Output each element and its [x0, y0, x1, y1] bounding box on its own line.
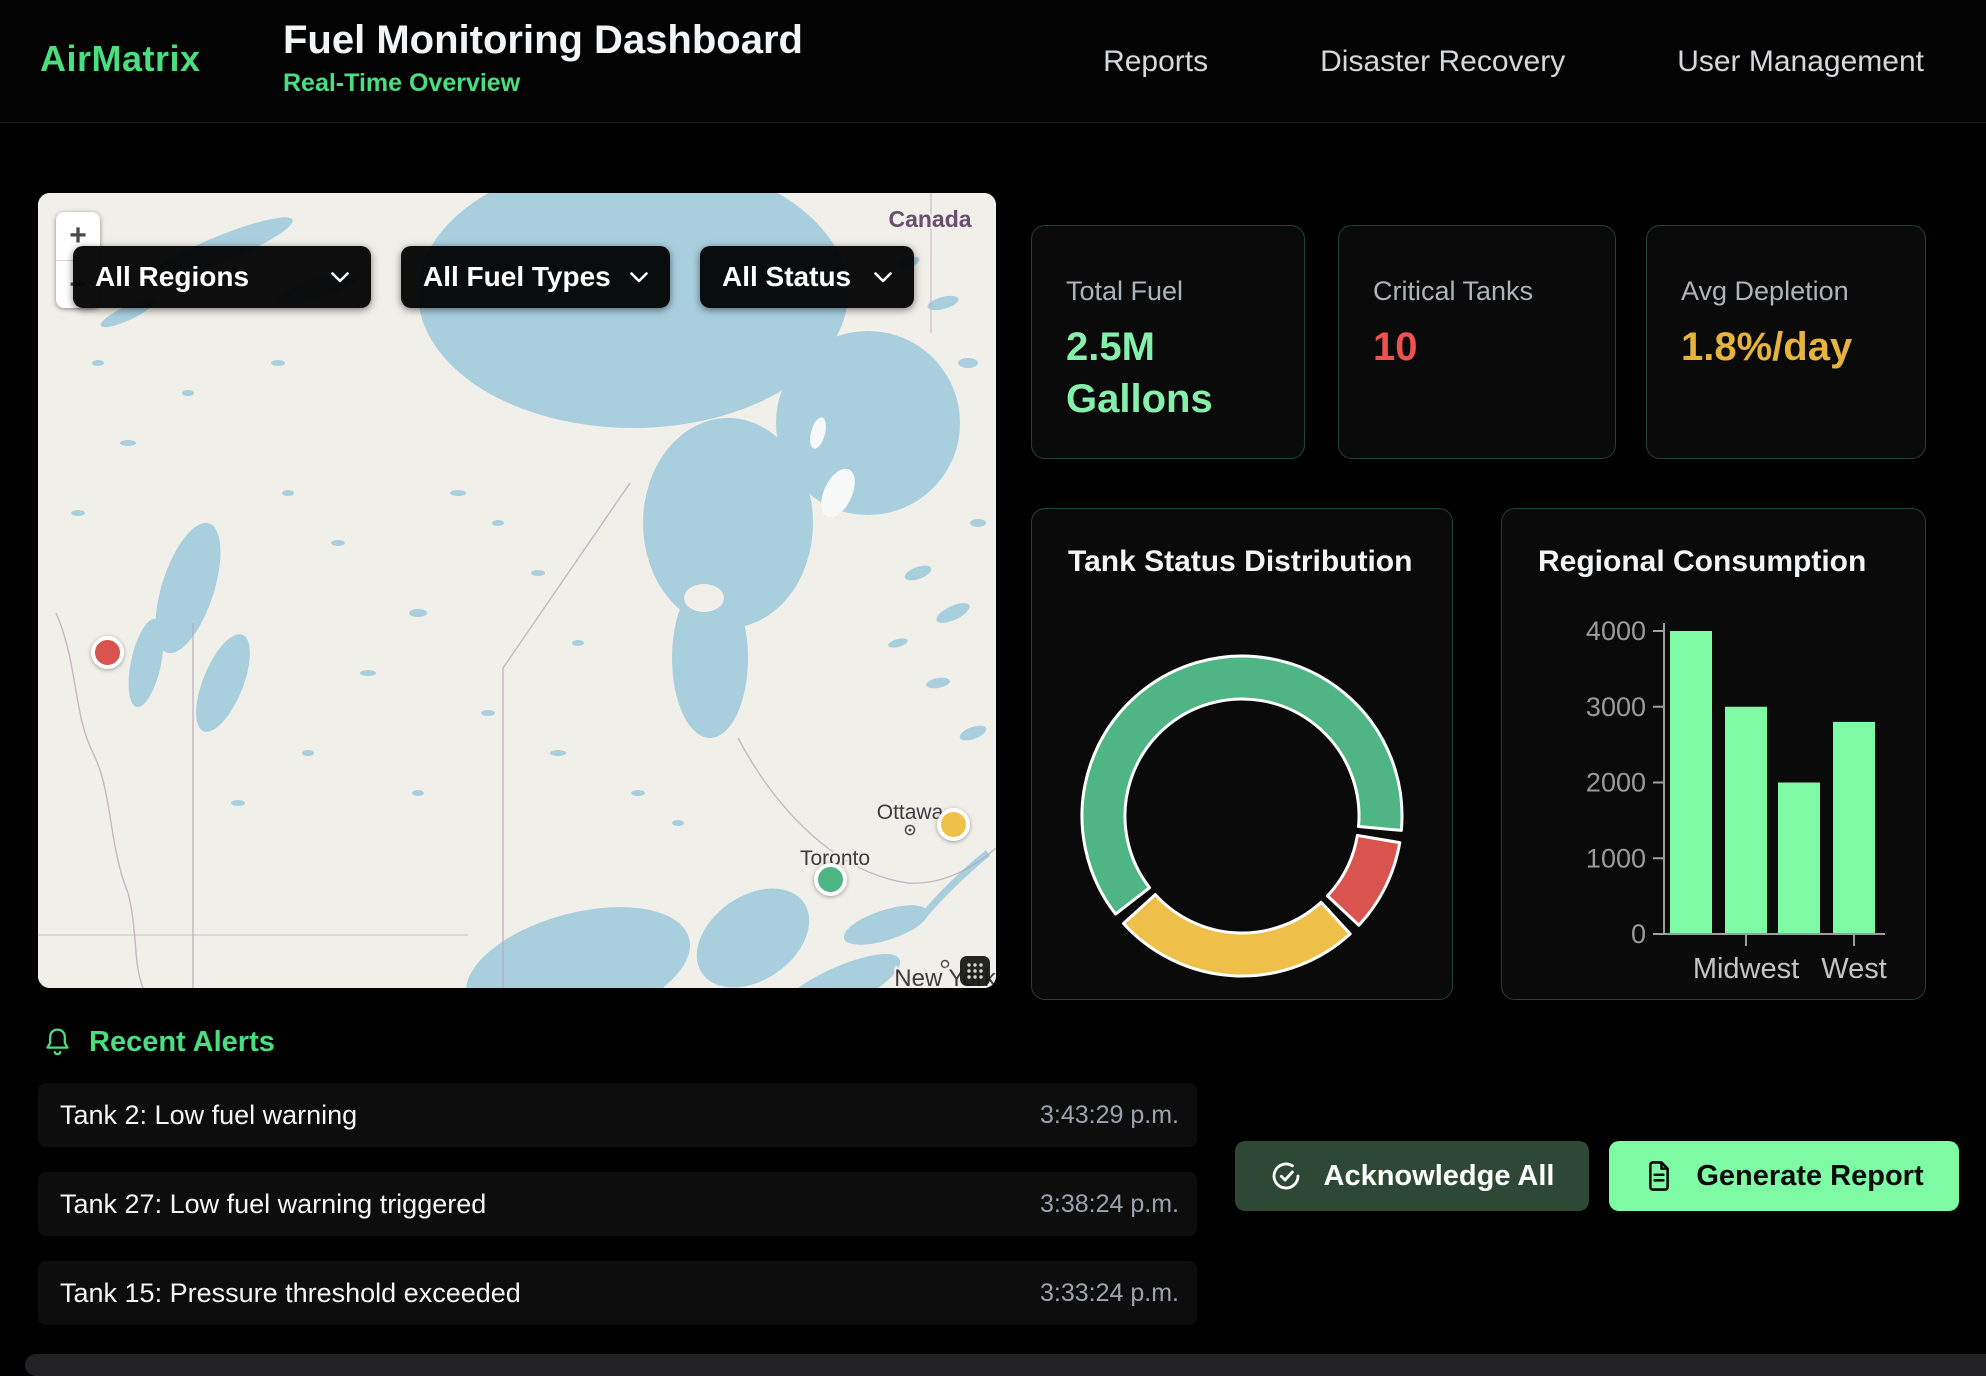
map-filter-row: All Regions All Fuel Types All Status: [73, 246, 914, 308]
map-canvas: Canada Ottawa Toronto New York: [38, 193, 996, 988]
alert-text: Tank 27: Low fuel warning triggered: [60, 1189, 486, 1220]
region-filter-value: All Regions: [95, 261, 249, 293]
city-label-ottawa: Ottawa: [877, 801, 944, 824]
recent-alerts-title: Recent Alerts: [89, 1026, 275, 1059]
stat-card-critical-tanks: Critical Tanks 10: [1338, 225, 1616, 459]
generate-report-button[interactable]: Generate Report: [1609, 1141, 1959, 1211]
tank-status-distribution-card: Tank Status Distribution: [1031, 508, 1453, 1000]
nav-item-disaster-recovery[interactable]: Disaster Recovery: [1320, 45, 1565, 79]
bar-region-3[interactable]: [1833, 722, 1875, 934]
donut-chart-title: Tank Status Distribution: [1068, 545, 1412, 579]
recent-alerts-heading: Recent Alerts: [44, 1026, 275, 1059]
bell-icon: [44, 1027, 71, 1058]
alert-timestamp: 3:43:29 p.m.: [1040, 1101, 1179, 1130]
region-filter-dropdown[interactable]: All Regions: [73, 246, 371, 308]
grip-dots-icon: [966, 962, 984, 980]
dashboard-root: AirMatrix Fuel Monitoring Dashboard Real…: [0, 0, 1986, 1376]
generate-report-label: Generate Report: [1696, 1160, 1923, 1193]
x-tick-label: West: [1821, 953, 1887, 985]
map-marker-warning[interactable]: [937, 808, 970, 841]
map-drag-handle[interactable]: [960, 956, 990, 986]
donut-segment-critical[interactable]: [1327, 835, 1399, 925]
stat-value: 2.5M Gallons: [1066, 321, 1241, 425]
acknowledge-all-label: Acknowledge All: [1324, 1160, 1555, 1193]
y-tick-label: 4000: [1586, 616, 1646, 646]
nav-item-reports[interactable]: Reports: [1103, 45, 1208, 79]
alert-text: Tank 15: Pressure threshold exceeded: [60, 1278, 521, 1309]
y-tick-label: 3000: [1586, 692, 1646, 722]
stat-label: Critical Tanks: [1373, 276, 1581, 307]
regional-consumption-bar-chart: 0 1000 2000 3000 4000 Midwest West: [1502, 509, 1927, 1001]
y-tick-label: 2000: [1586, 768, 1646, 798]
page-subtitle: Real-Time Overview: [283, 69, 803, 98]
stat-card-total-fuel: Total Fuel 2.5M Gallons: [1031, 225, 1305, 459]
chevron-down-icon: [630, 272, 648, 283]
fuel-type-filter-value: All Fuel Types: [423, 261, 611, 293]
map-panel[interactable]: Canada Ottawa Toronto New York + − All R…: [38, 193, 996, 988]
y-tick-label: 0: [1631, 919, 1646, 949]
title-block: Fuel Monitoring Dashboard Real-Time Over…: [283, 17, 803, 98]
main-nav: Reports Disaster Recovery User Managemen…: [1103, 0, 1924, 123]
country-label: Canada: [888, 206, 971, 232]
stat-value: 10: [1373, 321, 1548, 373]
map-marker-critical[interactable]: [91, 636, 124, 669]
chevron-down-icon: [331, 272, 349, 283]
app-logo: AirMatrix: [40, 38, 201, 80]
fuel-type-filter-dropdown[interactable]: All Fuel Types: [401, 246, 670, 308]
header-bar: AirMatrix Fuel Monitoring Dashboard Real…: [0, 0, 1986, 123]
tank-status-donut-chart: [1062, 636, 1422, 996]
alert-timestamp: 3:38:24 p.m.: [1040, 1190, 1179, 1219]
stat-card-avg-depletion: Avg Depletion 1.8%/​day: [1646, 225, 1926, 459]
regional-consumption-card: Regional Consumption 01000200030004000Mi…: [1501, 508, 1926, 1000]
alert-row-3[interactable]: Tank 15: Pressure threshold exceeded 3:3…: [38, 1261, 1197, 1325]
alert-timestamp: 3:33:24 p.m.: [1040, 1279, 1179, 1308]
alert-row-1[interactable]: Tank 2: Low fuel warning 3:43:29 p.m.: [38, 1083, 1197, 1147]
y-tick-label: 1000: [1586, 843, 1646, 873]
x-tick-label: Midwest: [1693, 953, 1799, 985]
status-filter-value: All Status: [722, 261, 851, 293]
alert-row-2[interactable]: Tank 27: Low fuel warning triggered 3:38…: [38, 1172, 1197, 1236]
page-title: Fuel Monitoring Dashboard: [283, 17, 803, 63]
nav-item-user-management[interactable]: User Management: [1677, 45, 1924, 79]
check-circle-icon: [1270, 1160, 1302, 1192]
map-marker-normal[interactable]: [814, 863, 847, 896]
stat-label: Total Fuel: [1066, 276, 1270, 307]
status-filter-dropdown[interactable]: All Status: [700, 246, 914, 308]
donut-segment-warning[interactable]: [1123, 895, 1350, 976]
horizontal-scrollbar[interactable]: [25, 1354, 1986, 1376]
bar-region-0[interactable]: [1670, 631, 1712, 934]
alert-text: Tank 2: Low fuel warning: [60, 1100, 357, 1131]
bar-region-1[interactable]: [1725, 707, 1767, 934]
bar-region-2[interactable]: [1778, 783, 1820, 935]
stat-label: Avg Depletion: [1681, 276, 1891, 307]
chevron-down-icon: [874, 272, 892, 283]
file-text-icon: [1644, 1160, 1674, 1192]
stat-value: 1.8%/​day: [1681, 321, 1856, 373]
acknowledge-all-button[interactable]: Acknowledge All: [1235, 1141, 1589, 1211]
